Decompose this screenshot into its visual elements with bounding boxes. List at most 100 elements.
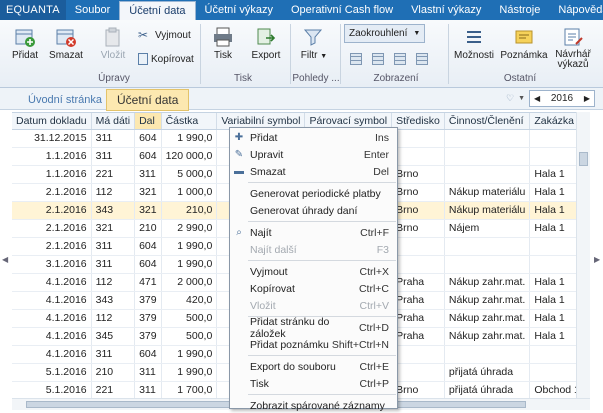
table-cell[interactable]: Nákup zahr.mat. [444, 309, 531, 328]
table-cell[interactable]: 343 [91, 201, 136, 220]
table-cell[interactable]: 210,0 [161, 201, 218, 220]
table-cell[interactable]: 1 990,0 [161, 255, 218, 274]
table-cell[interactable]: 4.1.2016 [12, 291, 92, 310]
tab-nastroje[interactable]: Nástroje [490, 0, 549, 20]
copy-button[interactable]: Kopírovat [138, 53, 194, 65]
context-menu-item[interactable]: Přidat poznámku Shift+Ctrl+N [230, 336, 397, 353]
table-cell[interactable]: 311 [134, 381, 162, 398]
table-cell[interactable]: 3.1.2016 [12, 255, 92, 274]
table-cell[interactable]: Brno [391, 201, 445, 220]
context-menu-item[interactable]: Najít další F3 [230, 241, 397, 258]
table-cell[interactable]: 1 990,0 [161, 363, 218, 382]
rounding-dropdown[interactable]: Zaokrouhlení ▼ [344, 24, 426, 43]
table-cell[interactable] [391, 363, 445, 382]
tab-ucetni-data-page[interactable]: Účetní data [106, 89, 190, 111]
next-year-icon[interactable]: ▶ [584, 94, 590, 103]
note-button[interactable]: Poznámka [500, 26, 548, 61]
table-cell[interactable] [391, 237, 445, 256]
table-cell[interactable]: 604 [134, 345, 162, 364]
context-menu-item[interactable]: ⌕ Najít Ctrl+F [230, 224, 397, 241]
table-cell[interactable]: 311 [134, 165, 162, 184]
context-menu-item[interactable]: ✎ Upravit Enter [230, 146, 397, 163]
table-cell[interactable]: 420,0 [161, 291, 218, 310]
table-cell[interactable]: přijatá úhrada [444, 381, 531, 398]
column-header[interactable]: Činnost/Členění [444, 113, 531, 130]
table-cell[interactable] [444, 147, 531, 166]
table-cell[interactable]: 112 [91, 183, 136, 202]
vertical-scrollbar[interactable] [576, 112, 590, 398]
report-designer-button[interactable]: Návrhář výkazů [552, 26, 594, 70]
table-cell[interactable]: 120 000,0 [161, 147, 218, 166]
print-button[interactable]: Tisk [208, 26, 238, 61]
tab-soubor[interactable]: Soubor [66, 0, 119, 20]
table-cell[interactable]: 210 [134, 219, 162, 238]
table-cell[interactable]: 31.12.2015 [12, 129, 92, 148]
column-header[interactable]: Datum dokladu [12, 113, 92, 130]
table-cell[interactable]: 471 [134, 273, 162, 292]
table-cell[interactable]: 311 [91, 237, 136, 256]
collapse-left-icon[interactable]: ◀ [2, 255, 8, 264]
table-cell[interactable]: 4.1.2016 [12, 327, 92, 346]
tab-vlastni-vykazy[interactable]: Vlastní výkazy [402, 0, 490, 20]
table-cell[interactable]: 1 700,0 [161, 381, 218, 398]
table-cell[interactable] [391, 147, 445, 166]
table-cell[interactable] [391, 129, 445, 148]
context-menu-item[interactable]: Export do souboru Ctrl+E [230, 358, 397, 375]
table-cell[interactable]: Nákup zahr.mat. [444, 273, 531, 292]
table-cell[interactable]: 604 [134, 147, 162, 166]
table-cell[interactable]: 379 [134, 327, 162, 346]
table-cell[interactable]: 604 [134, 255, 162, 274]
context-menu-item[interactable]: Zobrazit spárované záznamy [230, 397, 397, 413]
table-cell[interactable]: 1 990,0 [161, 129, 218, 148]
options-button[interactable]: Možnosti [452, 26, 496, 61]
add-button[interactable]: Přidat [8, 26, 42, 61]
grid-view-icon[interactable] [372, 53, 384, 65]
table-cell[interactable]: 221 [91, 165, 136, 184]
table-cell[interactable]: 311 [91, 129, 136, 148]
table-cell[interactable]: 321 [134, 201, 162, 220]
table-cell[interactable]: 4.1.2016 [12, 345, 92, 364]
grid-view-icon[interactable] [416, 53, 428, 65]
table-cell[interactable]: 311 [91, 147, 136, 166]
context-menu-item[interactable]: Generovat periodické platby [230, 185, 397, 202]
table-cell[interactable]: Brno [391, 165, 445, 184]
table-cell[interactable]: 1 990,0 [161, 237, 218, 256]
export-button[interactable]: Export [248, 26, 284, 61]
table-cell[interactable]: 379 [134, 291, 162, 310]
table-cell[interactable]: 1.1.2016 [12, 165, 92, 184]
grid-view-icon[interactable] [350, 53, 362, 65]
table-cell[interactable]: 311 [134, 363, 162, 382]
table-cell[interactable]: Praha [391, 273, 445, 292]
table-cell[interactable]: Brno [391, 381, 445, 398]
table-cell[interactable]: 321 [91, 219, 136, 238]
table-cell[interactable] [391, 345, 445, 364]
cut-button[interactable]: ✂ Vyjmout [138, 28, 191, 42]
table-cell[interactable]: Nákup materiálu [444, 201, 531, 220]
table-cell[interactable] [444, 237, 531, 256]
table-cell[interactable]: Praha [391, 291, 445, 310]
context-menu-item[interactable]: ▬ Smazat Del [230, 163, 397, 180]
table-cell[interactable]: 379 [134, 309, 162, 328]
prev-year-icon[interactable]: ◀ [534, 94, 540, 103]
paste-button[interactable]: Vložit [98, 26, 128, 61]
tab-napoveda[interactable]: Nápověda [549, 0, 603, 20]
table-cell[interactable] [444, 129, 531, 148]
table-cell[interactable]: 604 [134, 129, 162, 148]
column-header[interactable]: Dal [134, 113, 162, 130]
context-menu-item[interactable]: ✚ Přidat Ins [230, 129, 397, 146]
table-cell[interactable]: Brno [391, 219, 445, 238]
table-cell[interactable]: Nákup zahr.mat. [444, 291, 531, 310]
table-cell[interactable]: 4.1.2016 [12, 309, 92, 328]
table-cell[interactable]: Nákup zahr.mat. [444, 327, 531, 346]
context-menu-item[interactable]: Tisk Ctrl+P [230, 375, 397, 392]
table-cell[interactable]: 500,0 [161, 309, 218, 328]
table-cell[interactable]: Brno [391, 183, 445, 202]
table-cell[interactable] [391, 255, 445, 274]
table-cell[interactable]: 1 000,0 [161, 183, 218, 202]
tab-operativni-cash-flow[interactable]: Operativní Cash flow [282, 0, 402, 20]
context-menu-item[interactable]: Vyjmout Ctrl+X [230, 263, 397, 280]
scroll-thumb[interactable] [579, 152, 588, 166]
context-menu-item[interactable]: Kopírovat Ctrl+C [230, 280, 397, 297]
context-menu-item[interactable]: Přidat stránku do záložek Ctrl+D [230, 316, 397, 340]
column-header[interactable]: Částka [161, 113, 218, 130]
